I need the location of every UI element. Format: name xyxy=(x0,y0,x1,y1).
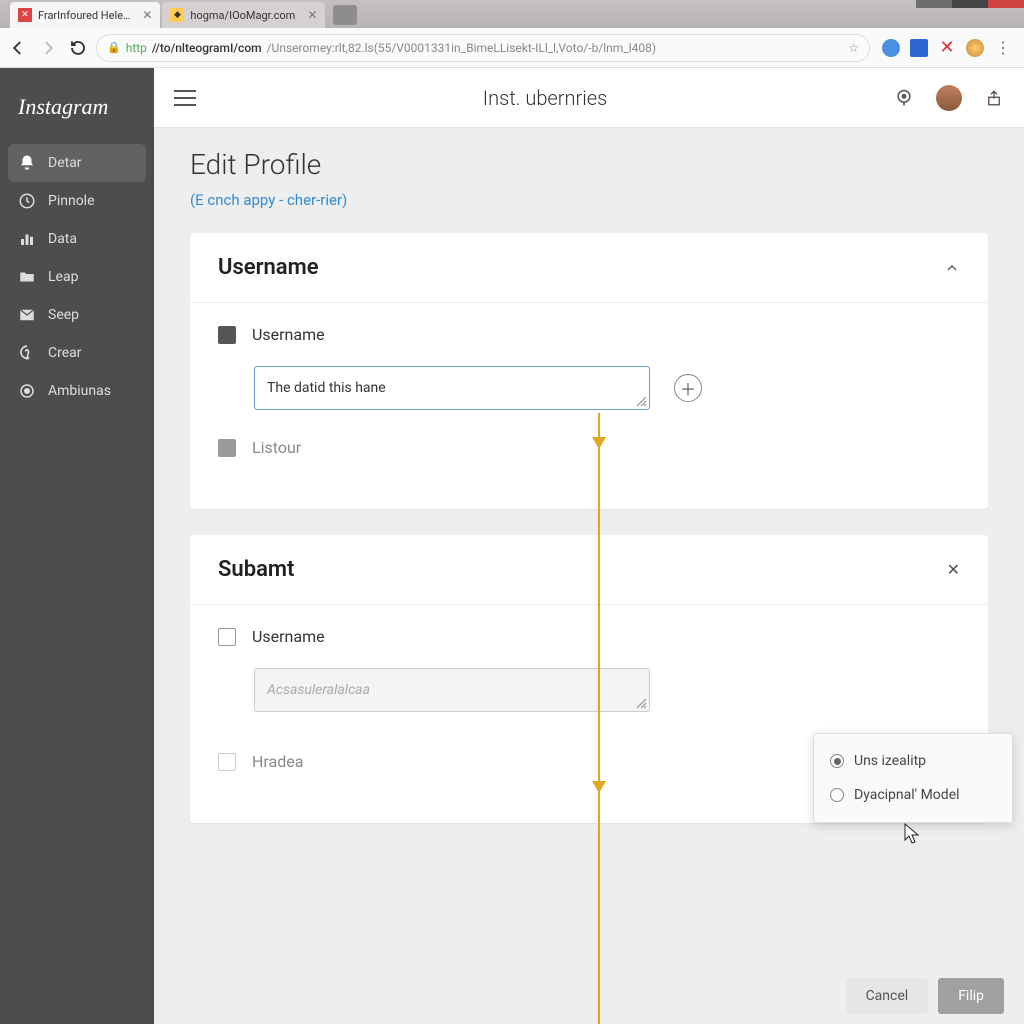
checkbox[interactable] xyxy=(218,628,236,646)
url-host: //to/nlteogramI/com xyxy=(152,41,262,55)
chevron-up-icon[interactable] xyxy=(944,260,960,276)
window-maximize[interactable] xyxy=(952,0,988,8)
share-icon[interactable] xyxy=(984,88,1004,108)
extension-icon[interactable] xyxy=(966,39,984,57)
back-button[interactable] xyxy=(6,36,30,60)
tab-favicon: ◆ xyxy=(170,8,184,22)
lock-icon: 🔒 xyxy=(107,41,121,54)
card-title: Username xyxy=(218,255,319,280)
sidebar-item-pinnole[interactable]: Pinnole xyxy=(0,182,154,220)
sidebar-item-leap[interactable]: Leap xyxy=(0,258,154,296)
browser-tab-strip: ✕ FrarInfoured Hele… ✕ ◆ hogma/IOoMagr.c… xyxy=(0,0,1024,28)
hamburger-icon[interactable] xyxy=(174,90,196,106)
popup-option[interactable]: Dyacipnal' Model xyxy=(814,778,1012,812)
forward-button[interactable] xyxy=(36,36,60,60)
close-icon[interactable]: ✕ xyxy=(947,560,960,579)
page-heading: Edit Profile xyxy=(190,148,988,181)
card-title: Subamt xyxy=(218,557,294,582)
mail-icon xyxy=(18,306,36,324)
input-value: The datid this hane xyxy=(267,380,386,396)
avatar[interactable] xyxy=(936,85,962,111)
target-icon xyxy=(18,382,36,400)
sidebar-item-data[interactable]: Data xyxy=(0,220,154,258)
pinterest-icon xyxy=(18,344,36,362)
footer-buttons: Cancel Filip xyxy=(846,978,1004,1014)
location-icon[interactable] xyxy=(894,88,914,108)
browser-tab[interactable]: ✕ FrarInfoured Hele… ✕ xyxy=(10,2,160,28)
address-bar[interactable]: 🔒 http //to/nlteogramI/com/Unseromey:rlt,… xyxy=(96,34,870,62)
topbar: Inst. ubernries xyxy=(154,68,1024,128)
cancel-button[interactable]: Cancel xyxy=(846,978,929,1014)
close-icon[interactable]: ✕ xyxy=(142,8,152,22)
popup-option-label: Dyacipnal' Model xyxy=(854,787,960,803)
sidebar-item-label: Ambiunas xyxy=(48,383,111,399)
bell-icon xyxy=(18,154,36,172)
resize-handle-icon[interactable] xyxy=(637,397,647,407)
browser-toolbar: 🔒 http //to/nlteogramI/com/Unseromey:rlt,… xyxy=(0,28,1024,68)
extension-close-icon[interactable]: ✕ xyxy=(938,39,956,57)
sidebar-item-label: Data xyxy=(48,231,77,247)
logo: Instagram xyxy=(0,80,154,144)
sidebar-item-label: Crear xyxy=(48,345,82,361)
radio-icon xyxy=(830,788,844,802)
sidebar-item-label: Seep xyxy=(48,307,79,323)
radio-checked-icon xyxy=(830,754,844,768)
tab-favicon: ✕ xyxy=(18,8,32,22)
browser-menu-icon[interactable]: ⋮ xyxy=(994,39,1012,57)
close-icon[interactable]: ✕ xyxy=(307,8,317,22)
main-content: Inst. ubernries Edit Profile (E cnch app… xyxy=(154,68,1024,1024)
sidebar-item-crear[interactable]: Crear xyxy=(0,334,154,372)
bookmark-star-icon[interactable]: ☆ xyxy=(848,41,859,55)
checkbox[interactable] xyxy=(218,439,236,457)
field-label: Listour xyxy=(252,438,301,457)
field-label: Hradea xyxy=(252,752,303,771)
sidebar-item-label: Pinnole xyxy=(48,193,95,209)
extension-icons: ✕ ⋮ xyxy=(876,39,1018,57)
popup-option[interactable]: Uns izealitp xyxy=(814,744,1012,778)
card-username: Username Username The datid this hane xyxy=(190,233,988,509)
mouse-cursor-icon xyxy=(904,823,920,845)
checkbox[interactable] xyxy=(218,326,236,344)
window-controls xyxy=(916,0,1024,8)
tab-title: hogma/IOoMagr.com xyxy=(190,9,295,22)
tab-title: FrarInfoured Hele… xyxy=(38,9,130,22)
page-subheading: (E cnch appy - cher-rier) xyxy=(190,191,988,209)
checkbox[interactable] xyxy=(218,753,236,771)
extension-icon[interactable] xyxy=(882,39,900,57)
new-tab-button[interactable] xyxy=(333,5,357,25)
window-close[interactable] xyxy=(988,0,1024,8)
input-placeholder: Acsasuleralalcaa xyxy=(267,682,370,698)
resize-handle-icon[interactable] xyxy=(637,699,647,709)
url-protocol: http xyxy=(126,41,147,55)
sidebar-item-ambiunas[interactable]: Ambiunas xyxy=(0,372,154,410)
submit-button[interactable]: Filip xyxy=(938,978,1004,1014)
field-label: Username xyxy=(252,325,325,344)
sidebar-item-label: Detar xyxy=(48,155,82,171)
field-label: Username xyxy=(252,627,325,646)
sidebar-item-seep[interactable]: Seep xyxy=(0,296,154,334)
clock-icon xyxy=(18,192,36,210)
add-button[interactable]: ＋ xyxy=(674,374,702,402)
browser-tab[interactable]: ◆ hogma/IOoMagr.com ✕ xyxy=(162,2,325,28)
folder-icon xyxy=(18,268,36,286)
chart-icon xyxy=(18,230,36,248)
subamt-input[interactable]: Acsasuleralalcaa xyxy=(254,668,650,712)
sidebar: Instagram Detar Pinnole Data Leap xyxy=(0,68,154,1024)
username-input[interactable]: The datid this hane xyxy=(254,366,650,410)
popup-option-label: Uns izealitp xyxy=(854,753,926,769)
window-minimize[interactable] xyxy=(916,0,952,8)
reload-button[interactable] xyxy=(66,36,90,60)
extension-icon[interactable] xyxy=(910,39,928,57)
url-path: /Unseromey:rlt,82.ls(55/V0001331in_BimeL… xyxy=(267,41,656,55)
dropdown-popup: Uns izealitp Dyacipnal' Model xyxy=(813,733,1013,823)
sidebar-item-detar[interactable]: Detar xyxy=(8,144,146,182)
page-title: Inst. ubernries xyxy=(196,86,894,110)
sidebar-item-label: Leap xyxy=(48,269,78,285)
